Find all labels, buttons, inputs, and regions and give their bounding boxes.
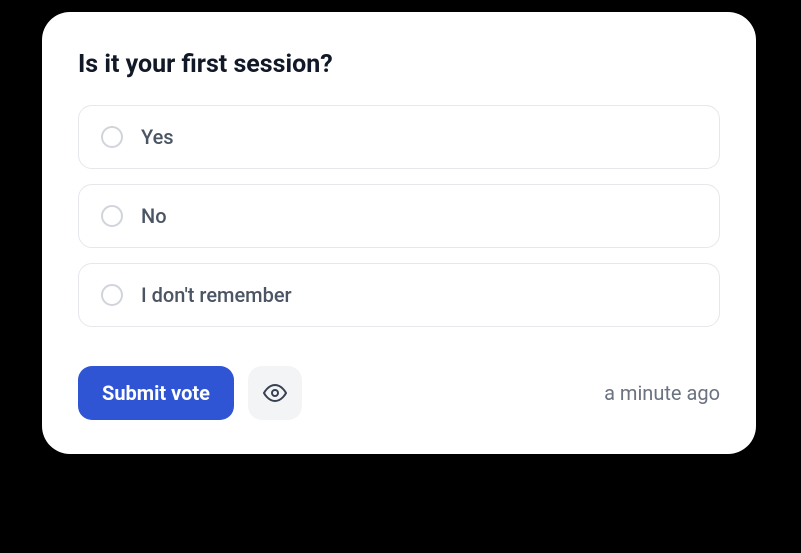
poll-option-dont-remember[interactable]: I don't remember <box>78 263 720 327</box>
poll-option-yes[interactable]: Yes <box>78 105 720 169</box>
submit-vote-button[interactable]: Submit vote <box>78 366 234 420</box>
poll-question: Is it your first session? <box>78 50 720 79</box>
poll-card: Is it your first session? Yes No I don't… <box>42 12 756 454</box>
poll-timestamp: a minute ago <box>604 381 720 405</box>
radio-icon <box>101 205 123 227</box>
poll-option-label: Yes <box>141 125 174 149</box>
poll-option-label: I don't remember <box>141 283 292 307</box>
poll-option-no[interactable]: No <box>78 184 720 248</box>
radio-icon <box>101 126 123 148</box>
radio-icon <box>101 284 123 306</box>
eye-icon <box>263 381 287 405</box>
poll-options: Yes No I don't remember <box>78 105 720 327</box>
preview-button[interactable] <box>248 366 302 420</box>
poll-footer: Submit vote a minute ago <box>78 366 720 420</box>
poll-option-label: No <box>141 204 167 228</box>
